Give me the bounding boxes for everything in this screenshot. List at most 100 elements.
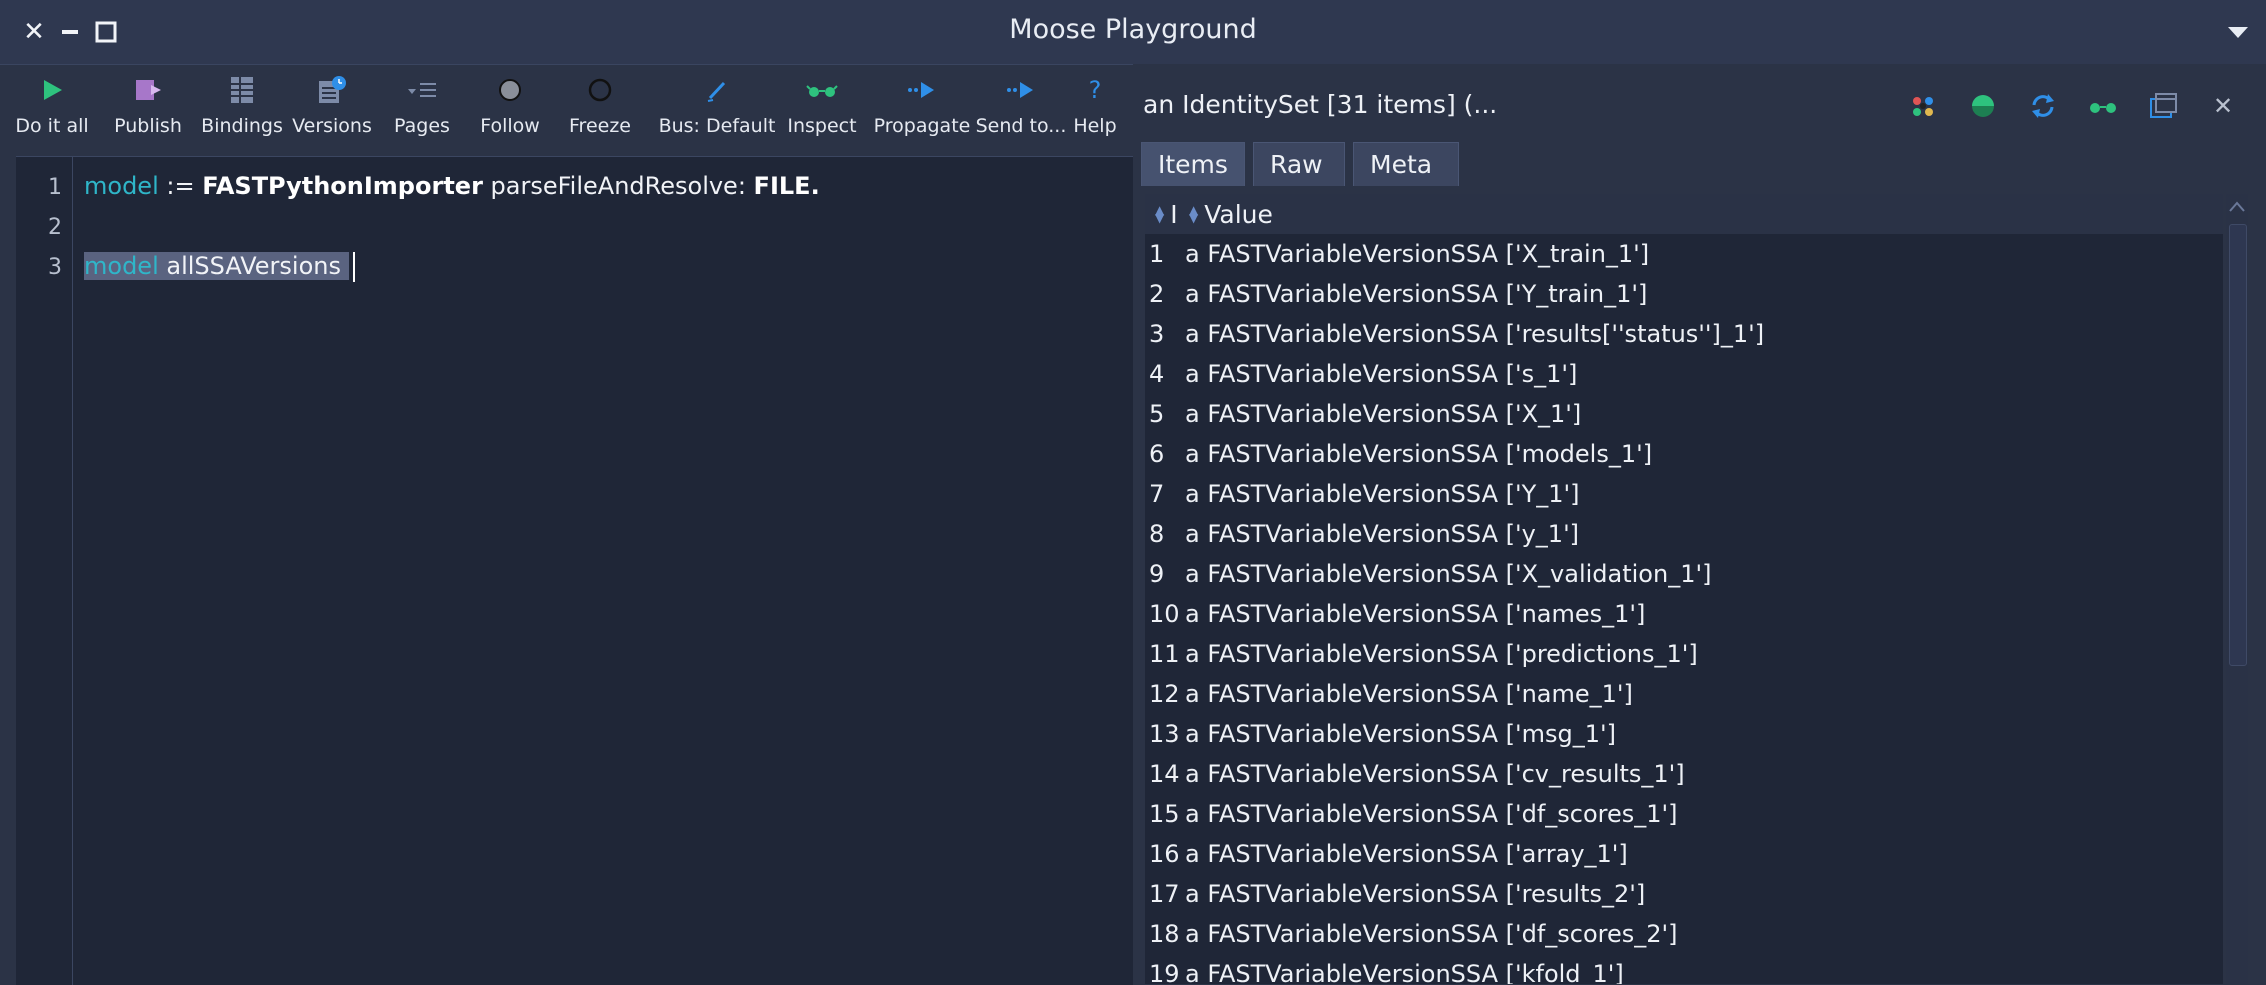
code-line-3[interactable]: model allSSAVersions xyxy=(84,252,355,282)
window-menu-chevron-icon[interactable] xyxy=(2224,18,2252,46)
row-index: 9 xyxy=(1149,560,1165,588)
table-row[interactable]: 14 a FASTVariableVersionSSA ['cv_results_… xyxy=(1145,754,2223,794)
follow-label: Follow xyxy=(480,115,540,137)
send-to-label: Send to... xyxy=(975,115,1067,137)
sort-icon: ▲ ▼ xyxy=(1189,203,1199,225)
table-row[interactable]: 4 a FASTVariableVersionSSA ['s_1'] xyxy=(1145,354,2223,394)
row-index: 6 xyxy=(1149,440,1165,468)
table-row[interactable]: 19 a FASTVariableVersionSSA ['kfold_1'] xyxy=(1145,954,2223,984)
do-it-all-label: Do it all xyxy=(15,115,89,137)
code-variable: model xyxy=(84,252,159,280)
table-row[interactable]: 2 a FASTVariableVersionSSA ['Y_train_1'] xyxy=(1145,274,2223,314)
row-index: 2 xyxy=(1149,280,1165,308)
row-value: a FASTVariableVersionSSA ['predictions_1… xyxy=(1185,640,1698,668)
sort-icon: ▲ ▼ xyxy=(1155,203,1165,225)
table-row[interactable]: 6 a FASTVariableVersionSSA ['models_1'] xyxy=(1145,434,2223,474)
follow-circle-icon xyxy=(490,70,530,110)
row-index: 13 xyxy=(1149,720,1180,748)
inspect-button[interactable]: Inspect xyxy=(774,68,870,148)
help-button[interactable]: ? Help xyxy=(1070,68,1120,148)
publish-button[interactable]: Publish xyxy=(114,68,182,148)
refresh-icon[interactable] xyxy=(2023,86,2063,126)
code-variable: model xyxy=(84,172,159,200)
table-row[interactable]: 5 a FASTVariableVersionSSA ['X_1'] xyxy=(1145,394,2223,434)
row-value: a FASTVariableVersionSSA ['Y_1'] xyxy=(1185,480,1580,508)
tab-raw[interactable]: Raw xyxy=(1253,142,1345,186)
window-title: Moose Playground xyxy=(1009,14,1257,45)
row-index: 18 xyxy=(1149,920,1180,948)
pages-list-icon xyxy=(402,70,442,110)
close-pane-icon[interactable]: ✕ xyxy=(2203,86,2243,126)
table-row[interactable]: 8 a FASTVariableVersionSSA ['y_1'] xyxy=(1145,514,2223,554)
row-index: 10 xyxy=(1149,600,1180,628)
send-to-button[interactable]: Send to... xyxy=(966,68,1076,148)
row-index: 15 xyxy=(1149,800,1180,828)
freeze-button[interactable]: Freeze xyxy=(568,68,632,148)
raw-inspector-icon[interactable] xyxy=(1903,86,1943,126)
do-it-all-button[interactable]: Do it all xyxy=(15,68,89,148)
bindings-table-icon xyxy=(222,70,262,110)
row-index: 14 xyxy=(1149,760,1180,788)
propagate-button[interactable]: Propagate xyxy=(862,68,982,148)
help-label: Help xyxy=(1073,115,1117,137)
bindings-label: Bindings xyxy=(201,115,283,137)
code-line-1[interactable]: model := FASTPythonImporter parseFileAnd… xyxy=(84,172,820,200)
code-argument: FILE xyxy=(753,172,811,200)
row-value: a FASTVariableVersionSSA ['X_1'] xyxy=(1185,400,1582,428)
scrollbar-thumb[interactable] xyxy=(2229,224,2247,666)
items-table: ▲ ▼ I ▲ ▼ Value 1 a FASTVariableVersionSSA … xyxy=(1145,194,2223,984)
inspector-pane: an IdentitySet [31 items] (... ✕ Items R… xyxy=(1133,64,2266,984)
bus-button[interactable]: Bus: Default xyxy=(650,68,784,148)
table-row[interactable]: 13 a FASTVariableVersionSSA ['msg_1'] xyxy=(1145,714,2223,754)
table-row[interactable]: 3 a FASTVariableVersionSSA ['results[''st… xyxy=(1145,314,2223,354)
table-row[interactable]: 11 a FASTVariableVersionSSA ['predictions… xyxy=(1145,634,2223,674)
row-value: a FASTVariableVersionSSA ['y_1'] xyxy=(1185,520,1580,548)
code-class-name: FASTPythonImporter xyxy=(202,172,483,200)
bindings-button[interactable]: Bindings xyxy=(201,68,283,148)
row-index: 11 xyxy=(1149,640,1180,668)
table-row[interactable]: 16 a FASTVariableVersionSSA ['array_1'] xyxy=(1145,834,2223,874)
code-editor[interactable]: 1 2 3 model := FASTPythonImporter parseF… xyxy=(16,156,1133,985)
selected-text: model allSSAVersions xyxy=(84,252,349,280)
inspect-label: Inspect xyxy=(787,115,857,137)
row-index: 16 xyxy=(1149,840,1180,868)
table-row[interactable]: 10 a FASTVariableVersionSSA ['names_1'] xyxy=(1145,594,2223,634)
play-icon xyxy=(32,70,72,110)
row-value: a FASTVariableVersionSSA ['s_1'] xyxy=(1185,360,1578,388)
table-row[interactable]: 12 a FASTVariableVersionSSA ['name_1'] xyxy=(1145,674,2223,714)
table-row[interactable]: 9 a FASTVariableVersionSSA ['X_validation… xyxy=(1145,554,2223,594)
column-header-value[interactable]: ▲ ▼ Value xyxy=(1189,194,1273,234)
column-header-index-label: I xyxy=(1170,199,1178,229)
code-period: . xyxy=(810,172,820,200)
inspect-glasses-icon[interactable] xyxy=(2083,86,2123,126)
table-row[interactable]: 15 a FASTVariableVersionSSA ['df_scores_1… xyxy=(1145,794,2223,834)
bus-pencil-icon xyxy=(697,70,737,110)
publish-label: Publish xyxy=(114,115,182,137)
versions-button[interactable]: Versions xyxy=(292,68,372,148)
row-index: 5 xyxy=(1149,400,1165,428)
vertical-scrollbar[interactable] xyxy=(2226,194,2248,984)
pages-button[interactable]: Pages xyxy=(390,68,454,148)
follow-button[interactable]: Follow xyxy=(478,68,542,148)
scroll-up-icon[interactable] xyxy=(2226,198,2248,216)
row-value: a FASTVariableVersionSSA ['name_1'] xyxy=(1185,680,1633,708)
column-header-index[interactable]: ▲ ▼ I xyxy=(1155,194,1178,234)
table-row[interactable]: 18 a FASTVariableVersionSSA ['df_scores_2… xyxy=(1145,914,2223,954)
freeze-circle-icon xyxy=(580,70,620,110)
browse-icon[interactable] xyxy=(1963,86,2003,126)
row-value: a FASTVariableVersionSSA ['df_scores_2'] xyxy=(1185,920,1678,948)
window-spawn-icon[interactable] xyxy=(2143,86,2183,126)
row-value: a FASTVariableVersionSSA ['array_1'] xyxy=(1185,840,1628,868)
tab-items[interactable]: Items xyxy=(1141,142,1245,186)
table-row[interactable]: 1 a FASTVariableVersionSSA ['X_train_1'] xyxy=(1145,234,2223,274)
tab-meta[interactable]: Meta xyxy=(1353,142,1459,186)
table-row[interactable]: 7 a FASTVariableVersionSSA ['Y_1'] xyxy=(1145,474,2223,514)
help-question-icon: ? xyxy=(1088,76,1102,104)
table-row[interactable]: 17 a FASTVariableVersionSSA ['results_2'] xyxy=(1145,874,2223,914)
row-value: a FASTVariableVersionSSA ['Y_train_1'] xyxy=(1185,280,1648,308)
row-value: a FASTVariableVersionSSA ['results[''sta… xyxy=(1185,320,1765,348)
propagate-label: Propagate xyxy=(873,115,971,137)
row-value: a FASTVariableVersionSSA ['X_validation_… xyxy=(1185,560,1712,588)
row-index: 8 xyxy=(1149,520,1165,548)
line-number-gutter: 1 2 3 xyxy=(16,157,73,985)
